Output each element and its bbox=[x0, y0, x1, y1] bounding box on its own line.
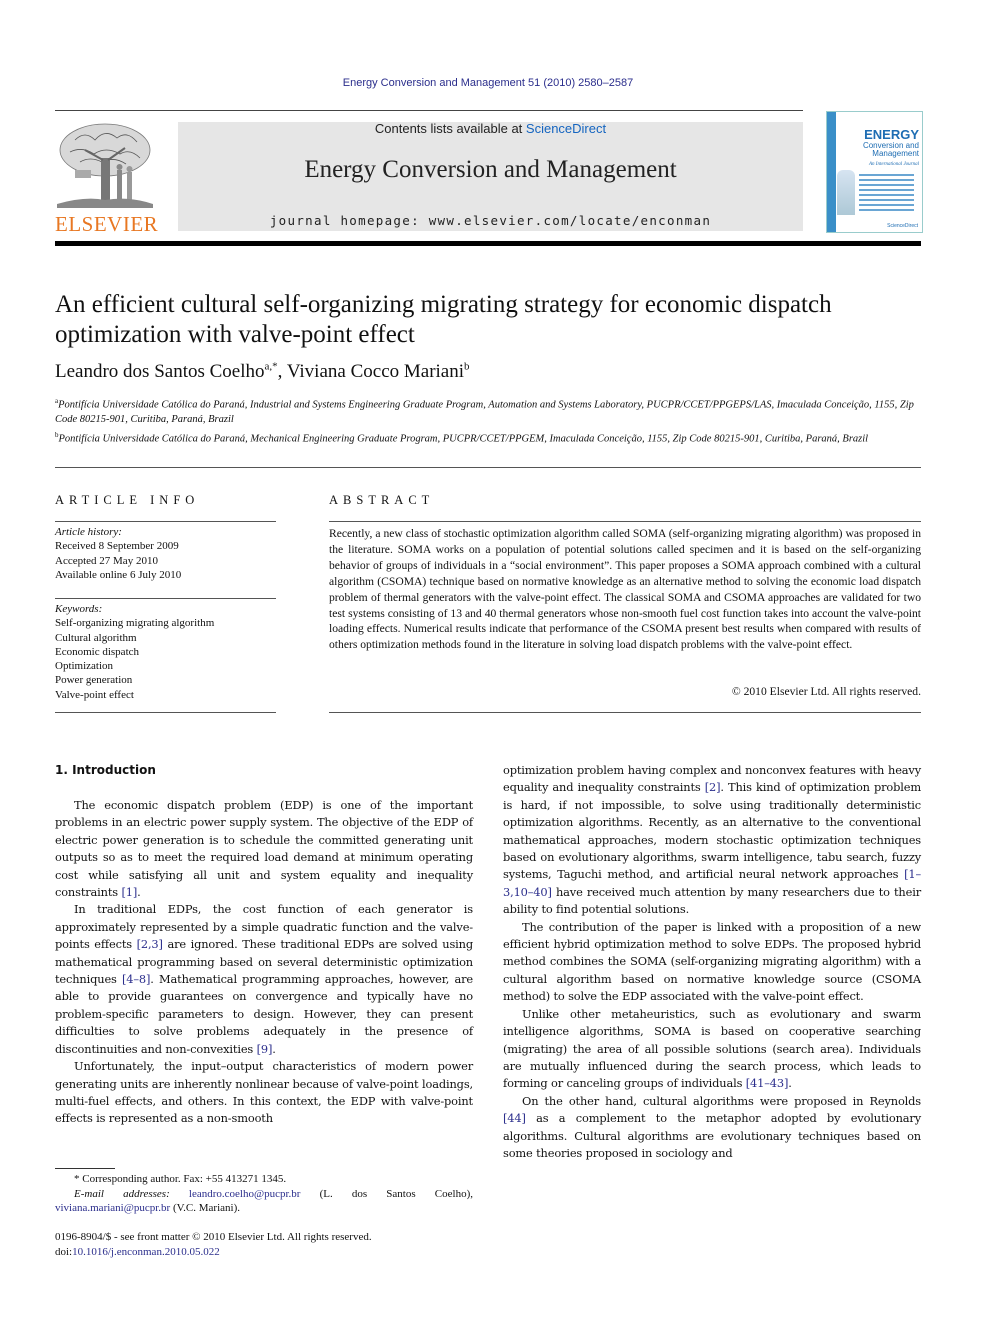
paragraph: In traditional EDPs, the cost function o… bbox=[55, 902, 473, 1056]
elsevier-logo-text: ELSEVIER bbox=[55, 212, 159, 236]
citation-link[interactable]: [2] bbox=[705, 780, 721, 794]
cover-subtitle: Conversion and Management bbox=[862, 141, 919, 158]
email-addresses: E-mail addresses: leandro.coelho@pucpr.b… bbox=[55, 1187, 473, 1215]
keyword: Cultural algorithm bbox=[55, 631, 137, 644]
citation-link[interactable]: [2,3] bbox=[137, 937, 163, 951]
history-received: Received 8 September 2009 bbox=[55, 540, 179, 553]
citation-link[interactable]: [1] bbox=[121, 885, 137, 899]
article-history-label: Article history: bbox=[55, 526, 122, 538]
doi-link[interactable]: 10.1016/j.enconman.2010.05.022 bbox=[72, 1246, 220, 1258]
issn-block: 0196-8904/$ - see front matter © 2010 El… bbox=[55, 1230, 495, 1259]
section-heading-introduction: 1. Introduction bbox=[55, 763, 156, 777]
divider bbox=[329, 521, 921, 522]
paragraph: The contribution of the paper is linked … bbox=[503, 919, 921, 1004]
keywords-label: Keywords: bbox=[55, 603, 103, 615]
author-affiliation-marker[interactable]: a,* bbox=[265, 361, 278, 373]
affiliations: aPontifícia Universidade Católica do Par… bbox=[55, 394, 925, 447]
cover-topic-list bbox=[859, 174, 914, 214]
paragraph: The economic dispatch problem (EDP) is o… bbox=[55, 798, 473, 900]
header-rule bbox=[55, 110, 803, 111]
cover-title: ENERGY bbox=[864, 127, 919, 142]
corresponding-author-note: * Corresponding author. Fax: +55 413271 … bbox=[74, 1173, 287, 1185]
header-thick-rule bbox=[55, 241, 921, 246]
author-name[interactable]: Viviana Cocco Mariani bbox=[287, 361, 464, 382]
affiliation-b: bPontifícia Universidade Católica do Par… bbox=[55, 430, 869, 445]
abstract-heading: ABSTRACT bbox=[329, 493, 435, 507]
keyword: Valve-point effect bbox=[55, 688, 134, 701]
author-name[interactable]: Leandro dos Santos Coelho bbox=[55, 361, 265, 382]
history-accepted: Accepted 27 May 2010 bbox=[55, 554, 158, 567]
keyword: Power generation bbox=[55, 674, 133, 687]
cooling-tower-icon bbox=[837, 170, 855, 215]
paragraph: Unlike other metaheuristics, such as evo… bbox=[503, 1006, 921, 1091]
cover-sciencedirect-mark: ScienceDirect bbox=[887, 223, 918, 229]
abstract-text: Recently, a new class of stochastic opti… bbox=[329, 527, 921, 652]
citation-link[interactable]: [44] bbox=[503, 1111, 526, 1125]
divider bbox=[55, 598, 276, 599]
history-online: Available online 6 July 2010 bbox=[55, 568, 182, 581]
divider bbox=[329, 712, 921, 713]
body-column-right: optimization problem having complex and … bbox=[503, 762, 921, 1162]
cover-side-band bbox=[827, 112, 836, 232]
keyword: Economic dispatch bbox=[55, 645, 140, 658]
keyword: Optimization bbox=[55, 660, 114, 673]
article-history: Article history: Received 8 September 20… bbox=[55, 525, 276, 582]
divider bbox=[55, 712, 276, 713]
section-divider bbox=[55, 467, 921, 468]
journal-cover-image[interactable]: ENERGY Conversion and Management An Inter… bbox=[826, 111, 923, 233]
abstract-copyright: © 2010 Elsevier Ltd. All rights reserved… bbox=[731, 685, 921, 698]
footnote-rule bbox=[55, 1168, 115, 1169]
paragraph: optimization problem having complex and … bbox=[503, 763, 921, 917]
contents-available-line: Contents lists available at ScienceDirec… bbox=[178, 121, 803, 136]
keywords: Keywords: Self-organizing migrating algo… bbox=[55, 602, 276, 702]
email-link[interactable]: leandro.coelho@pucpr.br bbox=[189, 1188, 301, 1200]
affiliation-a: aPontifícia Universidade Católica do Par… bbox=[55, 397, 914, 425]
citation-link[interactable]: [4–8] bbox=[122, 972, 150, 986]
email-link[interactable]: viviana.mariani@pucpr.br bbox=[55, 1202, 170, 1214]
article-title: An efficient cultural self-organizing mi… bbox=[55, 291, 832, 348]
paragraph: Unfortunately, the input–output characte… bbox=[55, 1059, 473, 1126]
contents-prefix: Contents lists available at bbox=[374, 121, 526, 136]
citation-link[interactable]: [9] bbox=[257, 1042, 273, 1056]
paragraph: On the other hand, cultural algorithms w… bbox=[503, 1093, 921, 1160]
journal-reference[interactable]: Energy Conversion and Management 51 (201… bbox=[0, 77, 976, 89]
sciencedirect-link[interactable]: ScienceDirect bbox=[526, 121, 606, 136]
author-affiliation-marker[interactable]: b bbox=[464, 361, 470, 373]
keyword: Self-organizing migrating algorithm bbox=[55, 617, 215, 630]
doi-line: doi:10.1016/j.enconman.2010.05.022 bbox=[55, 1245, 220, 1258]
journal-name: Energy Conversion and Management bbox=[304, 156, 677, 183]
body-column-left: The economic dispatch problem (EDP) is o… bbox=[55, 797, 473, 1128]
cover-tagline: An International Journal bbox=[869, 162, 919, 167]
citation-link[interactable]: [41–43] bbox=[746, 1076, 789, 1090]
author-list: Leandro dos Santos Coelhoa,*, Viviana Co… bbox=[55, 360, 470, 382]
footnote-corresponding: * Corresponding author. Fax: +55 413271 … bbox=[55, 1172, 473, 1216]
journal-homepage[interactable]: journal homepage: www.elsevier.com/locat… bbox=[178, 213, 803, 228]
article-info-heading: ARTICLE INFO bbox=[55, 493, 200, 507]
elsevier-tree-logo-icon bbox=[55, 120, 155, 210]
divider bbox=[55, 521, 276, 522]
issn-line: 0196-8904/$ - see front matter © 2010 El… bbox=[55, 1231, 372, 1243]
